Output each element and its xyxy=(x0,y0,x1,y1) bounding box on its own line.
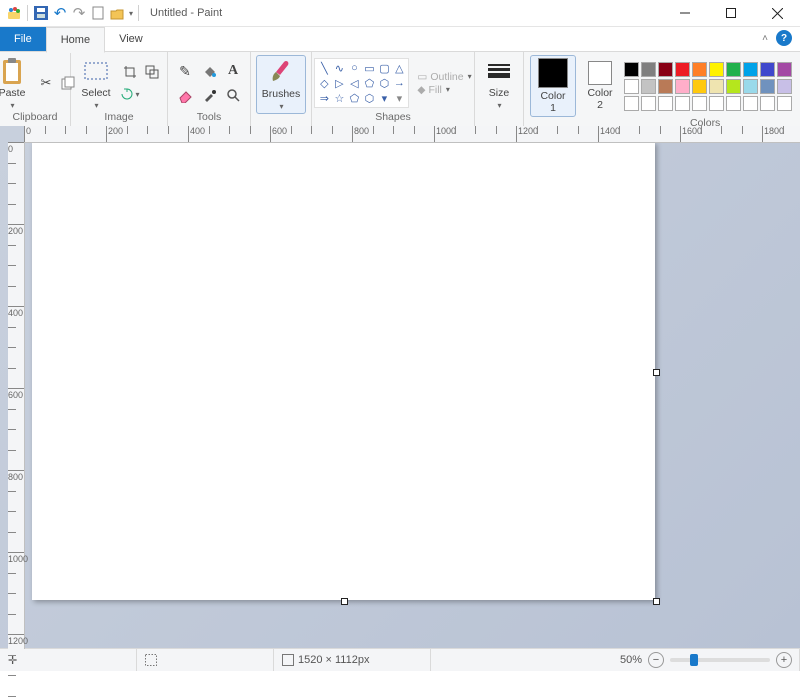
separator xyxy=(138,5,139,21)
color-swatch[interactable] xyxy=(726,62,741,77)
shapes-gallery[interactable]: ╲∿○▭▢△ ◇▷◁⬠⬡→ ⇒☆⬠⬡▾▾ xyxy=(314,58,409,108)
zoom-slider-thumb[interactable] xyxy=(690,654,698,666)
eraser-icon[interactable] xyxy=(174,84,196,106)
color-swatch[interactable] xyxy=(709,96,724,111)
zoom-slider[interactable] xyxy=(670,658,770,662)
resize-icon[interactable] xyxy=(142,62,162,82)
color-swatch[interactable] xyxy=(743,96,758,111)
selection-icon xyxy=(145,654,157,666)
color2-swatch xyxy=(588,61,612,85)
color-swatch[interactable] xyxy=(743,79,758,94)
window-title: Untitled - Paint xyxy=(150,7,222,19)
canvas-size: 1520 × 1112px xyxy=(274,649,431,671)
zoom-in-button[interactable]: + xyxy=(776,652,792,668)
save-icon[interactable] xyxy=(33,5,49,21)
brush-icon xyxy=(267,58,295,86)
redo-icon[interactable]: ↷ xyxy=(71,5,87,21)
collapse-ribbon-icon[interactable]: ˄ xyxy=(762,33,768,44)
color-swatch[interactable] xyxy=(777,96,792,111)
select-icon xyxy=(82,57,110,85)
color-swatch[interactable] xyxy=(726,79,741,94)
help-icon[interactable]: ? xyxy=(776,30,792,46)
close-button[interactable] xyxy=(754,0,800,26)
color-swatch[interactable] xyxy=(777,79,792,94)
color-swatch[interactable] xyxy=(692,62,707,77)
color-swatch[interactable] xyxy=(777,62,792,77)
color-swatch[interactable] xyxy=(641,62,656,77)
tab-view[interactable]: View xyxy=(105,27,157,51)
selection-size xyxy=(137,649,274,671)
maximize-button[interactable] xyxy=(708,0,754,26)
select-button[interactable]: Select▾ xyxy=(76,57,116,110)
zoom-out-button[interactable]: − xyxy=(648,652,664,668)
size-button[interactable]: Size▾ xyxy=(479,57,519,110)
color-swatch[interactable] xyxy=(624,96,639,111)
group-image-label: Image xyxy=(104,111,133,124)
color-swatch[interactable] xyxy=(709,79,724,94)
fill-button[interactable]: ◆Fill▾ xyxy=(417,84,471,96)
ruler-vertical: 020040060080010001200 xyxy=(8,142,25,649)
picker-icon[interactable] xyxy=(198,84,220,106)
color-swatch[interactable] xyxy=(760,96,775,111)
tab-home[interactable]: Home xyxy=(46,27,105,53)
app-icon xyxy=(6,5,22,21)
canvas-size-icon xyxy=(282,654,294,666)
color1-button[interactable]: Color 1 xyxy=(530,55,576,117)
edit-colors-button[interactable]: Edit colors xyxy=(796,59,800,113)
tab-file[interactable]: File xyxy=(0,27,46,51)
group-clipboard-label: Clipboard xyxy=(13,111,58,124)
zoom-level: 50% xyxy=(620,654,642,666)
new-icon[interactable] xyxy=(90,5,106,21)
canvas[interactable] xyxy=(32,142,655,600)
cut-icon[interactable]: ✂ xyxy=(36,73,56,93)
minimize-button[interactable] xyxy=(662,0,708,26)
color-swatch[interactable] xyxy=(726,96,741,111)
color-swatch[interactable] xyxy=(641,79,656,94)
size-icon xyxy=(485,57,513,85)
color-swatch[interactable] xyxy=(675,96,690,111)
color-swatch[interactable] xyxy=(709,62,724,77)
color2-button[interactable]: Color 2 xyxy=(580,61,620,111)
group-shapes-label: Shapes xyxy=(375,111,411,124)
open-icon[interactable] xyxy=(109,5,125,21)
color-swatch[interactable] xyxy=(624,62,639,77)
resize-handle-corner[interactable] xyxy=(653,598,660,605)
ruler-horizontal: 020040060080010001200140016001800 xyxy=(24,126,800,143)
color-swatch[interactable] xyxy=(692,96,707,111)
color-swatch[interactable] xyxy=(624,79,639,94)
color-swatch[interactable] xyxy=(760,79,775,94)
clipboard-icon xyxy=(0,57,26,85)
color-swatch[interactable] xyxy=(760,62,775,77)
outline-button[interactable]: ▭Outline▾ xyxy=(417,71,471,83)
color-swatch[interactable] xyxy=(743,62,758,77)
color-swatch[interactable] xyxy=(658,79,673,94)
color-swatch[interactable] xyxy=(641,96,656,111)
crop-icon[interactable] xyxy=(120,62,140,82)
color1-swatch xyxy=(538,58,568,88)
fill-icon: ◆ xyxy=(417,84,425,96)
resize-handle-bottom[interactable] xyxy=(341,598,348,605)
paste-button[interactable]: Paste▾ xyxy=(0,57,32,110)
text-icon[interactable]: A xyxy=(222,60,244,82)
group-tools-label: Tools xyxy=(197,111,222,124)
color-swatch[interactable] xyxy=(692,79,707,94)
brushes-button[interactable]: Brushes▾ xyxy=(256,55,306,114)
color-swatch[interactable] xyxy=(675,79,690,94)
color-swatch[interactable] xyxy=(675,62,690,77)
color-swatch[interactable] xyxy=(658,96,673,111)
bucket-icon[interactable] xyxy=(198,60,220,82)
color-palette[interactable] xyxy=(624,62,792,111)
qat-dropdown[interactable]: ▾ xyxy=(129,9,133,18)
rotate-icon[interactable]: ▾ xyxy=(120,84,140,104)
separator xyxy=(27,5,28,21)
pencil-icon[interactable]: ✎ xyxy=(174,60,196,82)
magnify-icon[interactable] xyxy=(222,84,244,106)
resize-handle-right[interactable] xyxy=(653,369,660,376)
color-swatch[interactable] xyxy=(658,62,673,77)
outline-icon: ▭ xyxy=(417,71,427,83)
undo-icon[interactable]: ↶ xyxy=(52,5,68,21)
status-bar: ✛ 1520 × 1112px 50% − + xyxy=(0,648,800,671)
cursor-position: ✛ xyxy=(0,649,137,671)
